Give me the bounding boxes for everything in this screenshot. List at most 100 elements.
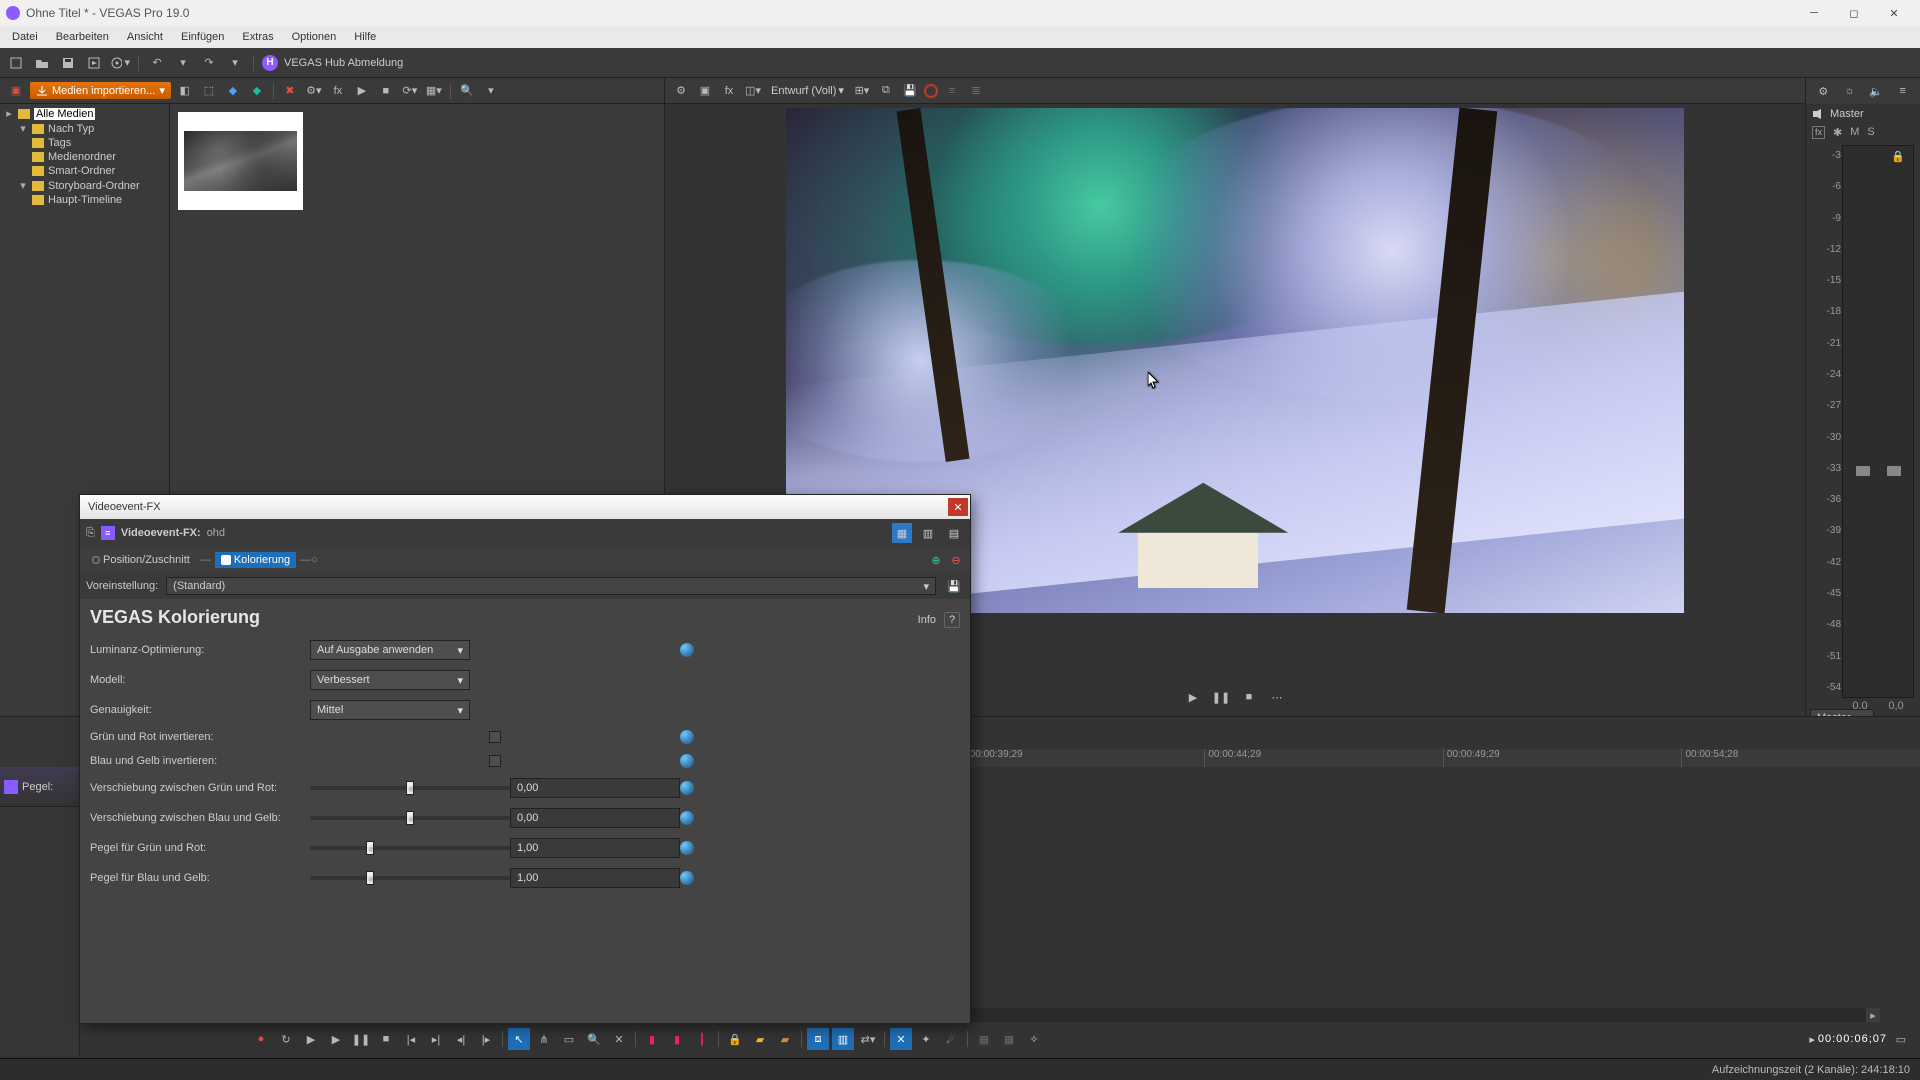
downmix-icon[interactable]: 🔈 bbox=[1866, 81, 1886, 101]
preset-dropdown[interactable]: (Standard)▾ bbox=[166, 577, 936, 595]
preview-play-icon[interactable]: ▶ bbox=[1183, 687, 1203, 707]
meters-icon[interactable]: ≡ bbox=[1893, 81, 1913, 101]
media-refresh-icon[interactable]: ⟳▾ bbox=[400, 81, 420, 101]
new-project-icon[interactable] bbox=[6, 53, 26, 73]
fx-view-grid-button[interactable]: ▦ bbox=[892, 523, 912, 543]
tree-item[interactable]: Tags bbox=[2, 136, 167, 150]
play-button[interactable]: ▶ bbox=[325, 1028, 347, 1050]
normal-edit-tool[interactable]: ↖ bbox=[508, 1028, 530, 1050]
menu-optionen[interactable]: Optionen bbox=[284, 29, 345, 45]
shift-by-slider[interactable] bbox=[310, 808, 510, 828]
tree-item[interactable]: Smart-Ordner bbox=[2, 164, 167, 178]
level-by-value[interactable]: 1,00 bbox=[510, 868, 680, 888]
hub-badge-icon[interactable]: H bbox=[262, 55, 278, 71]
fx-dialog-titlebar[interactable]: Videoevent-FX ✕ bbox=[80, 495, 970, 519]
toggle-a-icon[interactable]: ≡ bbox=[942, 81, 962, 101]
media-stop-icon[interactable]: ■ bbox=[376, 81, 396, 101]
fx-info-link[interactable]: Info bbox=[910, 614, 944, 626]
master-meters[interactable]: -3-6-9 -12-15-18 -21-24-27 -30-33-36 -39… bbox=[1842, 145, 1914, 698]
delete-tool[interactable]: ✕ bbox=[608, 1028, 630, 1050]
track-header[interactable]: Pegel: bbox=[0, 767, 79, 807]
level-gr-slider[interactable] bbox=[310, 838, 510, 858]
master-automation-button[interactable]: ✱ bbox=[1833, 126, 1842, 139]
overlay-icon[interactable]: ⊞▾ bbox=[852, 81, 872, 101]
tag-blue-icon[interactable]: ◆ bbox=[223, 81, 243, 101]
redo-history-icon[interactable]: ▾ bbox=[225, 53, 245, 73]
fx-dialog-close-button[interactable]: ✕ bbox=[948, 498, 968, 516]
record-button[interactable]: ● bbox=[250, 1028, 272, 1050]
menu-ansicht[interactable]: Ansicht bbox=[119, 29, 171, 45]
fx-remove-button[interactable]: ⊖ bbox=[948, 552, 964, 568]
tree-item[interactable]: Medienordner bbox=[2, 150, 167, 164]
auto-crossfade-button[interactable]: ✕ bbox=[890, 1028, 912, 1050]
snap-button[interactable]: ⧈ bbox=[807, 1028, 829, 1050]
invert-gr-checkbox[interactable] bbox=[489, 731, 501, 743]
save-preset-icon[interactable]: 💾 bbox=[944, 576, 964, 596]
step-back-button[interactable]: ◂| bbox=[450, 1028, 472, 1050]
menu-datei[interactable]: Datei bbox=[4, 29, 46, 45]
lock-icon[interactable]: 🔒 bbox=[1891, 150, 1907, 166]
genauigkeit-dropdown[interactable]: Mittel▾ bbox=[310, 700, 470, 720]
trim-end-icon[interactable]: ▮ bbox=[666, 1028, 688, 1050]
go-end-button[interactable]: ▸| bbox=[425, 1028, 447, 1050]
scroll-right-icon[interactable]: ▸ bbox=[1866, 1008, 1880, 1022]
split-icon[interactable]: ┃ bbox=[691, 1028, 713, 1050]
fx-view-compact-button[interactable]: ▤ bbox=[944, 523, 964, 543]
animate-button[interactable] bbox=[680, 754, 694, 768]
search-dropdown-icon[interactable]: ▾ bbox=[481, 81, 501, 101]
output-fx-icon[interactable]: fx bbox=[719, 81, 739, 101]
go-start-button[interactable]: |◂ bbox=[400, 1028, 422, 1050]
animate-button[interactable] bbox=[680, 871, 694, 885]
envelope-tool[interactable]: ⋔ bbox=[533, 1028, 555, 1050]
animate-button[interactable] bbox=[680, 781, 694, 795]
tag-green-icon[interactable]: ◆ bbox=[247, 81, 267, 101]
tree-item[interactable]: ▾Nach Typ bbox=[2, 121, 167, 136]
delete-icon[interactable]: ✖ bbox=[280, 81, 300, 101]
shift-by-value[interactable]: 0,00 bbox=[510, 808, 680, 828]
menu-hilfe[interactable]: Hilfe bbox=[346, 29, 384, 45]
properties-icon[interactable]: ▾ bbox=[110, 53, 130, 73]
import-media-button[interactable]: Medien importieren...▾ bbox=[30, 82, 171, 99]
preview-settings-icon[interactable]: ⚙ bbox=[671, 81, 691, 101]
automation-button[interactable]: ✦ bbox=[915, 1028, 937, 1050]
region-icon[interactable]: ▰ bbox=[774, 1028, 796, 1050]
minimize-button[interactable]: ─ bbox=[1794, 0, 1834, 26]
tree-item[interactable]: ▾Storyboard-Ordner bbox=[2, 178, 167, 193]
media-play-icon[interactable]: ▶ bbox=[352, 81, 372, 101]
toggle-b-icon[interactable]: ≣ bbox=[966, 81, 986, 101]
preview-quality-dropdown[interactable]: Entwurf (Voll)▾ bbox=[767, 84, 848, 97]
preview-more-icon[interactable]: ⋯ bbox=[1267, 687, 1287, 707]
media-thumbnail[interactable] bbox=[178, 112, 303, 210]
step-fwd-button[interactable]: |▸ bbox=[475, 1028, 497, 1050]
luminanz-dropdown[interactable]: Auf Ausgabe anwenden▾ bbox=[310, 640, 470, 660]
capture-icon[interactable]: ◧ bbox=[175, 81, 195, 101]
copy-snapshot-icon[interactable]: ⧉ bbox=[876, 81, 896, 101]
mix-button[interactable]: ☄ bbox=[940, 1028, 962, 1050]
media-props-icon[interactable]: ⚙▾ bbox=[304, 81, 324, 101]
external-monitor-icon[interactable]: ▣ bbox=[695, 81, 715, 101]
fx-affects-icon[interactable]: ⎘ bbox=[86, 527, 95, 540]
animate-button[interactable] bbox=[680, 811, 694, 825]
lock-events-icon[interactable]: 🔒 bbox=[724, 1028, 746, 1050]
get-media-icon[interactable]: ⬚ bbox=[199, 81, 219, 101]
event-fx-icon[interactable]: ✧ bbox=[1023, 1028, 1045, 1050]
preview-pause-icon[interactable]: ❚❚ bbox=[1211, 687, 1231, 707]
render-icon[interactable] bbox=[84, 53, 104, 73]
loop-button[interactable]: ↻ bbox=[275, 1028, 297, 1050]
dim-icon[interactable]: ☼ bbox=[1840, 81, 1860, 101]
redo-icon[interactable]: ↷ bbox=[199, 53, 219, 73]
close-button[interactable]: ✕ bbox=[1874, 0, 1914, 26]
undo-history-icon[interactable]: ▾ bbox=[173, 53, 193, 73]
fx-view-list-button[interactable]: ▥ bbox=[918, 523, 938, 543]
modell-dropdown[interactable]: Verbessert▾ bbox=[310, 670, 470, 690]
shift-gr-slider[interactable] bbox=[310, 778, 510, 798]
invert-by-checkbox[interactable] bbox=[489, 755, 501, 767]
timecode-display[interactable]: 00:00:06;07 bbox=[1818, 1033, 1887, 1045]
tree-root[interactable]: ▸Alle Medien bbox=[2, 106, 167, 121]
marker-icon[interactable]: ▰ bbox=[749, 1028, 771, 1050]
remove-media-icon[interactable]: ▣ bbox=[6, 81, 26, 101]
animate-button[interactable] bbox=[680, 730, 694, 744]
maximize-button[interactable]: ◻ bbox=[1834, 0, 1874, 26]
level-by-slider[interactable] bbox=[310, 868, 510, 888]
view-mode-icon[interactable]: ▦▾ bbox=[424, 81, 444, 101]
